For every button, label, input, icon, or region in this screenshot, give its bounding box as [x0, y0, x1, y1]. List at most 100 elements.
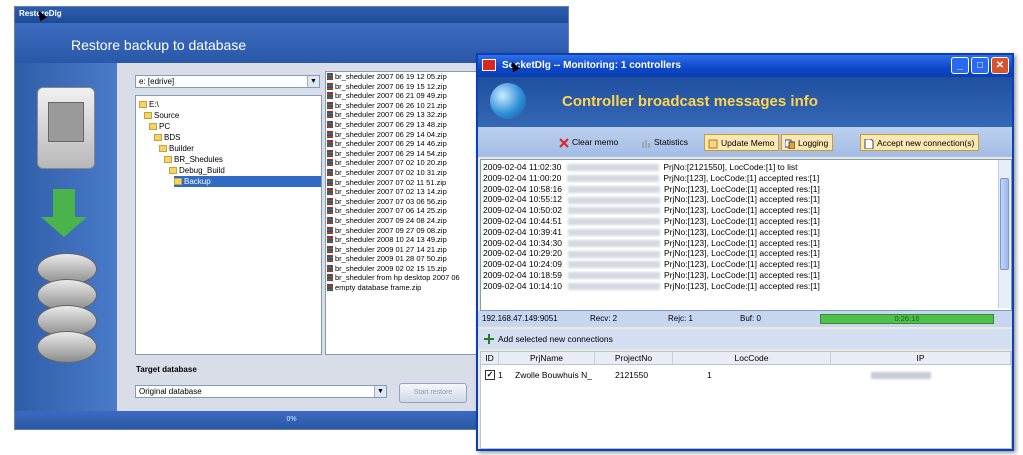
- update-memo-label: Update Memo: [721, 138, 775, 148]
- redacted-address: [567, 229, 660, 237]
- drive-combo[interactable]: e: [edrive] ▼: [135, 75, 320, 88]
- redacted-address: [567, 239, 660, 247]
- target-database-combo[interactable]: Original database ▼: [135, 385, 387, 398]
- log-line: 2009-02-04 10:39:41 PrjNo:[123], LocCode:…: [483, 227, 820, 238]
- column-header-projectno[interactable]: ProjectNo: [595, 352, 673, 365]
- restore-side-panel: [15, 63, 117, 411]
- add-connections-label: Add selected new connections: [498, 334, 613, 344]
- statistics-label: Statistics: [654, 137, 689, 147]
- status-progress-bar: 0:26:16: [820, 314, 994, 324]
- tree-item-label: BDS: [164, 133, 181, 142]
- socket-titlebar[interactable]: SocketDlg -- Monitoring: 1 controllers _…: [478, 55, 1012, 77]
- socket-window-title: SocketDlg -- Monitoring: 1 controllers: [502, 60, 681, 71]
- column-header-loccode[interactable]: LocCode: [673, 352, 831, 365]
- accept-connections-button[interactable]: Accept new connection(s): [860, 134, 980, 151]
- folder-icon: [149, 123, 157, 130]
- red-x-icon: [559, 137, 569, 148]
- tree-item-label: Backup: [184, 177, 211, 186]
- row-checkbox[interactable]: ✓: [485, 370, 495, 380]
- zip-file-icon: [327, 284, 333, 292]
- clear-memo-label: Clear memo: [572, 137, 619, 147]
- redacted-address: [567, 196, 660, 204]
- file-name: br_sheduler 2007 06 29 14 54.zip: [335, 148, 447, 158]
- log-line: 2009-02-04 10:29:20 PrjNo:[123], LocCode:…: [483, 248, 820, 259]
- restore-titlebar[interactable]: RestoreDlg: [15, 7, 568, 23]
- zip-file-icon: [327, 207, 333, 215]
- zip-file-icon: [327, 159, 333, 167]
- folder-icon: [169, 167, 177, 174]
- scrollbar-thumb[interactable]: [1000, 178, 1009, 270]
- redacted-address: [567, 207, 660, 215]
- log-message: PrjNo:[123], LocCode:[1] accepted res:[1…: [663, 237, 820, 248]
- log-line: 2009-02-04 10:18:59 PrjNo:[123], LocCode:…: [483, 270, 820, 281]
- tree-item[interactable]: E:\: [139, 99, 159, 110]
- tree-item[interactable]: Debug_Build: [169, 165, 225, 176]
- file-name: br_sheduler 2007 06 29 14 46.zip: [335, 139, 447, 149]
- log-message: PrjNo:[123], LocCode:[1] accepted res:[1…: [663, 172, 820, 183]
- tree-item[interactable]: Builder: [159, 143, 194, 154]
- start-restore-button[interactable]: Start restore: [399, 383, 467, 403]
- chevron-down-icon[interactable]: ▼: [307, 76, 319, 87]
- update-memo-button[interactable]: Update Memo: [704, 134, 780, 151]
- zip-file-icon: [327, 130, 333, 138]
- log-message: PrjNo:[123], LocCode:[1] accepted res:[1…: [663, 183, 820, 194]
- connections-grid[interactable]: ID PrjName ProjectNo LocCode IP ✓ 1 Zwol…: [480, 351, 1012, 449]
- app-icon: [482, 59, 496, 71]
- tree-item[interactable]: PC: [149, 121, 170, 132]
- log-time: 2009-02-04 10:18:59: [483, 270, 562, 280]
- document-icon: [864, 138, 874, 150]
- zip-file-icon: [327, 168, 333, 176]
- tree-item[interactable]: BDS: [154, 132, 180, 143]
- file-name: br_sheduler 2007 07 02 13 14.zip: [335, 187, 447, 197]
- statistics-button[interactable]: Statistics: [638, 134, 692, 151]
- tree-item[interactable]: BR_Shedules: [164, 154, 223, 165]
- logging-icon: [784, 138, 796, 150]
- minimize-button[interactable]: _: [951, 57, 969, 74]
- clear-memo-button[interactable]: Clear memo: [556, 134, 622, 151]
- file-name: br_sheduler 2009 02 02 15 15.zip: [335, 263, 447, 273]
- zip-file-icon: [327, 255, 333, 263]
- tree-item-label: Debug_Build: [179, 166, 225, 175]
- tree-item-label: PC: [159, 122, 171, 131]
- column-header-ip[interactable]: IP: [831, 352, 1011, 365]
- message-log[interactable]: 2009-02-04 11:02:30 PrjNo:[2121550], LocC…: [480, 159, 1012, 311]
- globe-icon: [490, 83, 526, 119]
- folder-icon: [139, 101, 147, 108]
- zip-file-icon: [327, 149, 333, 157]
- column-header-id[interactable]: ID: [481, 352, 499, 365]
- redacted-address: [567, 250, 660, 258]
- log-time: 2009-02-04 11:02:30: [483, 162, 562, 172]
- target-database-label: Target database: [136, 365, 197, 374]
- log-time: 2009-02-04 10:58:16: [483, 183, 562, 194]
- zip-file-icon: [327, 101, 333, 109]
- log-line: 2009-02-04 10:14:10 PrjNo:[123], LocCode:…: [483, 281, 820, 292]
- add-connections-button[interactable]: Add selected new connections: [484, 332, 613, 346]
- redacted-address: [567, 272, 660, 280]
- cell-ip: [871, 372, 931, 379]
- close-button[interactable]: ✕: [991, 57, 1009, 74]
- log-message: PrjNo:[123], LocCode:[1] accepted res:[1…: [663, 194, 820, 205]
- log-scrollbar[interactable]: [998, 160, 1011, 308]
- file-name: br_sheduler 2007 07 06 14 25.zip: [335, 206, 447, 216]
- tree-item-label: E:\: [149, 100, 159, 109]
- log-time: 2009-02-04 10:29:20: [483, 248, 562, 259]
- file-name: br_sheduler 2007 06 29 14 04.zip: [335, 129, 447, 139]
- chevron-down-icon[interactable]: ▼: [374, 386, 386, 397]
- log-line: 2009-02-04 10:50:02 PrjNo:[123], LocCode:…: [483, 205, 820, 216]
- logging-button[interactable]: Logging: [781, 134, 834, 151]
- tree-item[interactable]: Source: [144, 110, 179, 121]
- update-icon: [708, 138, 718, 149]
- zip-file-icon: [327, 226, 333, 234]
- status-address: 192.168.47.149:9051: [482, 314, 558, 323]
- redacted-address: [567, 218, 660, 226]
- file-name: br_sheduler 2007 07 02 10 20.zip: [335, 158, 447, 168]
- folder-tree[interactable]: E:\ Source PC BDS Builder BR_Shedules Debug_Bu…: [135, 95, 322, 355]
- column-header-prjname[interactable]: PrjName: [499, 352, 595, 365]
- status-bar: 192.168.47.149:9051 Recv: 2 Rejc: 1 Buf:…: [478, 311, 1012, 327]
- file-name: br_sheduler 2009 01 28 07 50.zip: [335, 254, 447, 264]
- status-recv: Recv: 2: [590, 314, 618, 323]
- tree-item[interactable]: Backup: [174, 176, 321, 187]
- maximize-button[interactable]: □: [971, 57, 989, 74]
- log-message: PrjNo:[123], LocCode:[1] accepted res:[1…: [663, 270, 820, 280]
- redacted-address: [567, 164, 660, 172]
